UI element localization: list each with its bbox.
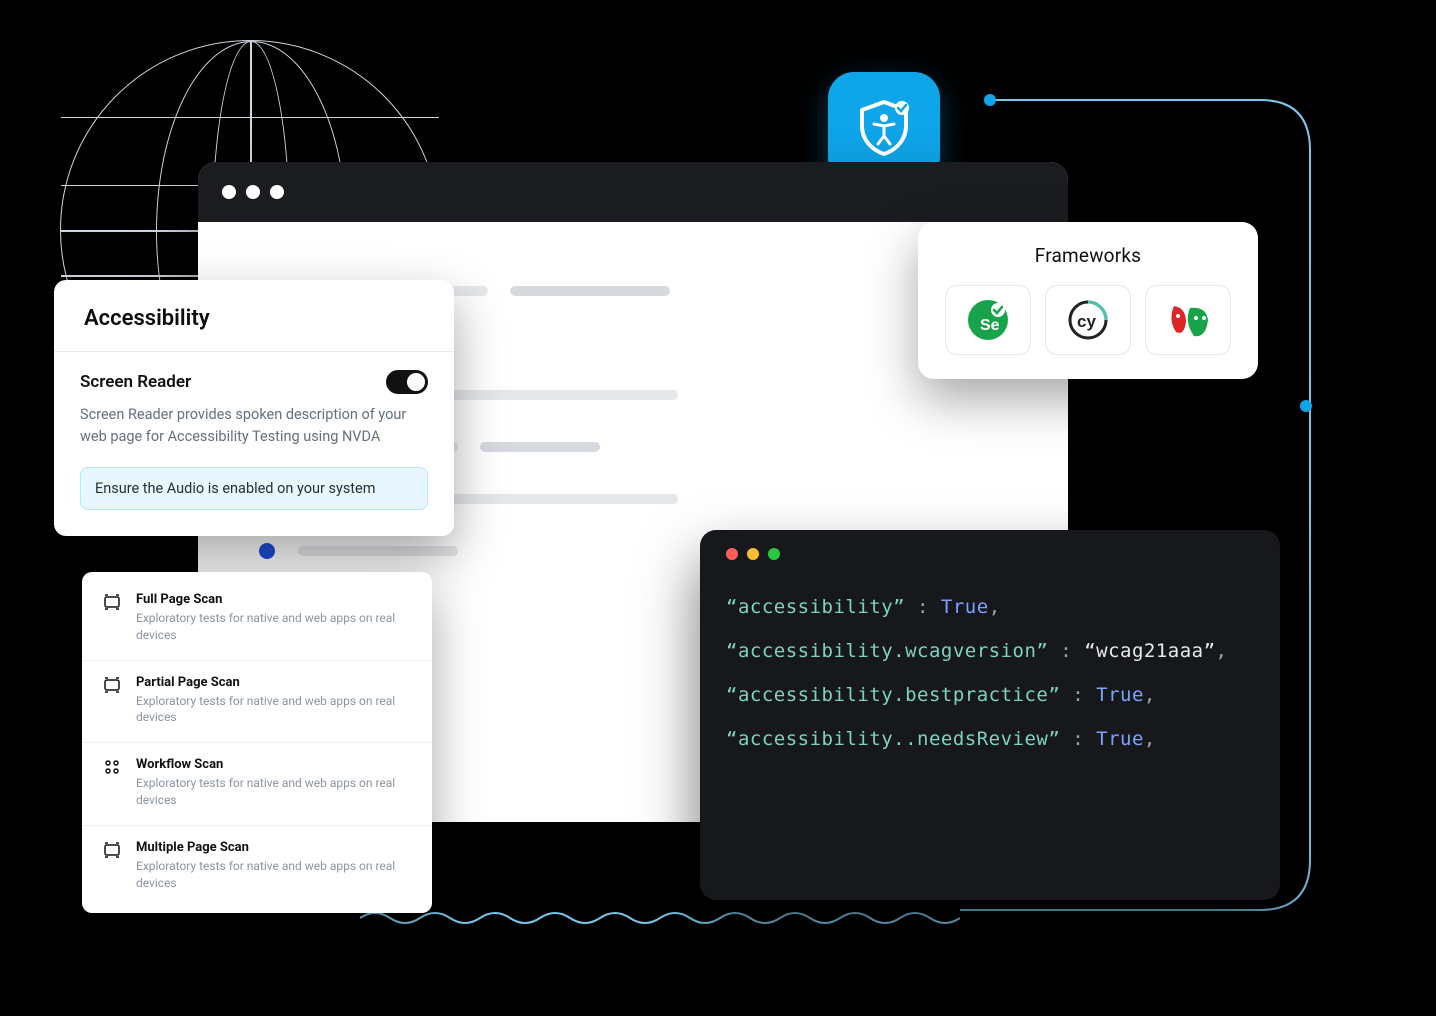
scan-description: Exploratory tests for native and web app… xyxy=(136,775,412,809)
minimize-dot xyxy=(747,548,759,560)
framework-playwright[interactable] xyxy=(1145,285,1231,355)
playwright-icon xyxy=(1164,300,1212,340)
scan-partial-icon xyxy=(102,675,122,695)
screen-reader-label: Screen Reader xyxy=(80,372,191,392)
window-dot xyxy=(246,185,260,199)
scan-title: Full Page Scan xyxy=(136,592,412,607)
scan-title: Workflow Scan xyxy=(136,757,412,772)
screen-reader-toggle[interactable] xyxy=(386,370,428,394)
scan-option[interactable]: Multiple Page Scan Exploratory tests for … xyxy=(82,826,432,908)
issue-text-placeholder xyxy=(510,286,670,296)
screen-reader-description: Screen Reader provides spoken descriptio… xyxy=(80,404,428,449)
browser-titlebar xyxy=(198,162,1068,222)
accessibility-panel: Accessibility Screen Reader Screen Reade… xyxy=(54,280,454,536)
shield-person-icon xyxy=(852,96,916,160)
window-dot xyxy=(222,185,236,199)
squiggle-line xyxy=(360,908,960,928)
zoom-dot xyxy=(768,548,780,560)
terminal-titlebar xyxy=(726,548,1254,560)
framework-selenium[interactable]: Se xyxy=(945,285,1031,355)
scan-workflow-icon xyxy=(102,757,122,777)
connector-dot xyxy=(1300,400,1312,412)
panel-title: Accessibility xyxy=(54,280,454,352)
window-dot xyxy=(270,185,284,199)
audio-hint: Ensure the Audio is enabled on your syst… xyxy=(80,467,428,510)
selenium-icon: Se xyxy=(966,298,1010,342)
scan-option[interactable]: Full Page Scan Exploratory tests for nati… xyxy=(82,578,432,661)
scan-description: Exploratory tests for native and web app… xyxy=(136,693,412,727)
close-dot xyxy=(726,548,738,560)
scan-description: Exploratory tests for native and web app… xyxy=(136,858,412,892)
scan-option[interactable]: Partial Page Scan Exploratory tests for n… xyxy=(82,661,432,744)
code-line: “accessibility..needsReview” : True, xyxy=(726,728,1254,750)
connector-dot xyxy=(984,94,996,106)
frameworks-title: Frameworks xyxy=(942,244,1234,267)
scan-option[interactable]: Workflow Scan Exploratory tests for nativ… xyxy=(82,743,432,826)
frameworks-card: Frameworks Se cy xyxy=(918,222,1258,379)
framework-cypress[interactable]: cy xyxy=(1045,285,1131,355)
scan-title: Partial Page Scan xyxy=(136,675,412,690)
code-line: “accessibility.wcagversion” : “wcag21aaa… xyxy=(726,640,1254,662)
scan-title: Multiple Page Scan xyxy=(136,840,412,855)
moderate-icon xyxy=(258,542,276,560)
code-line: “accessibility” : True, xyxy=(726,596,1254,618)
scan-options-panel: Full Page Scan Exploratory tests for nati… xyxy=(82,572,432,913)
code-terminal: “accessibility” : True, “accessibility.wc… xyxy=(700,530,1280,900)
issue-text-placeholder xyxy=(480,442,600,452)
scan-description: Exploratory tests for native and web app… xyxy=(136,610,412,644)
scan-multiple-icon xyxy=(102,840,122,860)
cypress-icon: cy xyxy=(1066,298,1110,342)
issue-text-placeholder xyxy=(298,546,458,556)
svg-text:Se: Se xyxy=(980,317,1000,334)
scan-full-icon xyxy=(102,592,122,612)
svg-text:cy: cy xyxy=(1077,312,1096,331)
code-line: “accessibility.bestpractice” : True, xyxy=(726,684,1254,706)
